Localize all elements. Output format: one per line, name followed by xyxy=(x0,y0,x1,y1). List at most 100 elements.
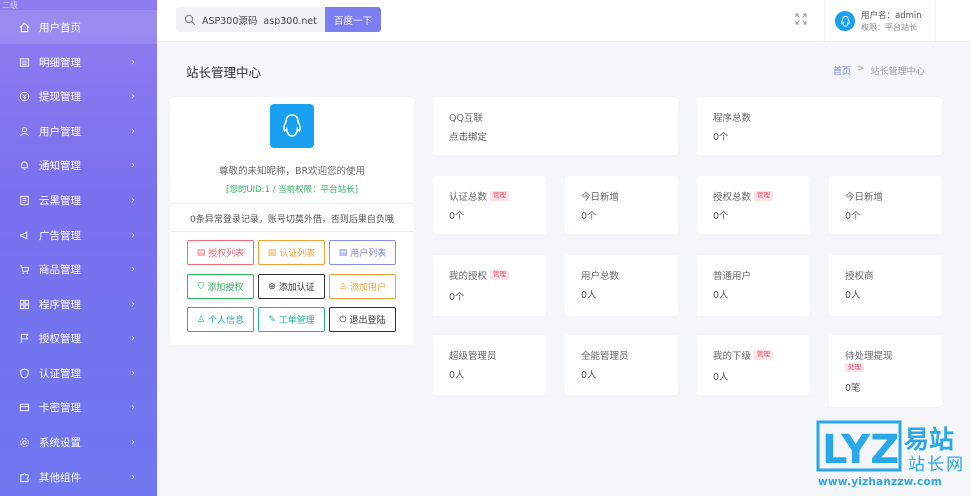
stat-value: 0个 xyxy=(449,292,465,303)
chevron-right-icon: › xyxy=(131,194,135,206)
manage-badge[interactable]: 管理 xyxy=(490,270,510,280)
stat-card-my-auth: 我的授权 管理 0个 xyxy=(433,255,546,316)
chevron-right-icon: › xyxy=(131,332,135,344)
stat-card-pending-withdraw: 待处理提现 处理 0笔 xyxy=(829,335,942,407)
watermark-cn-bottom: 站长网 xyxy=(908,455,965,475)
page-title: 站长管理中心 xyxy=(186,65,262,80)
add-user-button[interactable]: ♙ 添加用户 xyxy=(329,274,396,299)
breadcrumb-separator: > xyxy=(857,64,865,74)
stat-title-text: 我的下级 xyxy=(713,351,752,362)
cert-list-button[interactable]: ▤ 认证列表 xyxy=(258,240,325,265)
divider xyxy=(170,203,414,204)
stat-value: 0人 xyxy=(449,370,465,381)
shield-icon xyxy=(18,367,30,379)
sidebar-item-cards[interactable]: 卡密管理 › xyxy=(0,390,157,424)
stat-title-text: 授权总数 xyxy=(713,192,752,203)
sidebar-item-label: 云黑管理 xyxy=(39,194,81,207)
stat-title: QQ互联 xyxy=(449,113,483,124)
stat-value: 0人 xyxy=(713,372,729,383)
home-icon xyxy=(18,21,30,33)
qq-bind-link[interactable]: 点击绑定 xyxy=(449,129,487,143)
button-label: 个人信息 xyxy=(208,316,245,326)
search-input[interactable] xyxy=(202,14,322,25)
profile-card: 尊敬的未知昵称，BR欢迎您的使用 [您的UID:1 / 当前权限：平台站长] 0… xyxy=(170,97,414,345)
stat-title: 超级管理员 xyxy=(449,351,497,362)
chevron-right-icon: › xyxy=(131,436,135,448)
stat-title: 全能管理员 xyxy=(581,351,629,362)
chevron-right-icon: › xyxy=(131,90,135,102)
user-role: 权限：平台站长 xyxy=(861,23,917,32)
user-menu[interactable]: 用户名：admin 权限：平台站长 xyxy=(824,0,936,42)
process-badge[interactable]: 处理 xyxy=(845,363,864,373)
user-icon: ♙ xyxy=(338,281,348,292)
button-label: 授权列表 xyxy=(208,249,245,259)
stat-card-auth-total: 授权总数 管理 0个 xyxy=(697,176,810,234)
sidebar-item-cert[interactable]: 认证管理 › xyxy=(0,356,157,390)
search-button[interactable]: 百度一下 xyxy=(325,7,381,32)
stat-title: 程序总数 xyxy=(713,113,752,124)
stat-value: 0人 xyxy=(845,290,861,301)
chevron-right-icon: › xyxy=(131,125,135,137)
stat-title: 普通用户 xyxy=(713,271,752,282)
stat-value: 0个 xyxy=(713,132,729,143)
sidebar-item-ads[interactable]: 广告管理 › xyxy=(0,218,157,252)
user-list-button[interactable]: ▤ 用户列表 xyxy=(329,240,396,265)
watermark-letters: LYZ xyxy=(822,427,899,473)
sidebar-item-auth[interactable]: 授权管理 › xyxy=(0,321,157,355)
chevron-right-icon: › xyxy=(131,229,135,241)
list-icon xyxy=(18,56,30,68)
button-label: 用户列表 xyxy=(350,249,387,259)
user-name: 用户名：admin xyxy=(861,11,922,21)
stat-value: 0笔 xyxy=(845,383,861,394)
sidebar-item-label: 系统设置 xyxy=(39,436,81,449)
breadcrumb: 首页 > 站长管理中心 xyxy=(833,64,925,77)
chevron-right-icon: › xyxy=(131,401,135,413)
stat-card-cert-total: 认证总数 管理 0个 xyxy=(433,176,546,234)
breadcrumb-home[interactable]: 首页 xyxy=(833,64,851,77)
chevron-right-icon: › xyxy=(131,263,135,275)
chevron-right-icon: › xyxy=(131,298,135,310)
ticket-manage-button[interactable]: ✎ 工单管理 xyxy=(258,307,325,332)
manage-badge[interactable]: 管理 xyxy=(754,350,774,360)
doc-icon: ▤ xyxy=(196,247,206,258)
stat-value: 0个 xyxy=(449,211,465,222)
sidebar-item-details[interactable]: 明细管理 › xyxy=(0,45,157,79)
sidebar-item-settings[interactable]: 系统设置 › xyxy=(0,425,157,459)
search-box[interactable] xyxy=(176,7,325,32)
doc-icon xyxy=(18,194,30,206)
user-icon: ♙ xyxy=(196,314,206,325)
sidebar-item-label: 提现管理 xyxy=(39,90,81,103)
stat-title: 用户总数 xyxy=(581,271,620,282)
stat-title: 授权商 xyxy=(845,271,874,282)
sidebar-item-withdraw[interactable]: 提现管理 › xyxy=(0,79,157,113)
sidebar-item-home[interactable]: 用户首页 xyxy=(0,10,157,44)
profile-info-button[interactable]: ♙ 个人信息 xyxy=(187,307,254,332)
stat-card-today-new-2: 今日新增 0个 xyxy=(829,176,942,234)
add-cert-button[interactable]: ⊕ 添加认证 xyxy=(258,274,325,299)
sidebar-item-label: 明细管理 xyxy=(39,56,81,69)
add-auth-button[interactable]: ⛉ 添加授权 xyxy=(187,274,254,299)
stat-title: 授权总数 管理 xyxy=(713,189,774,203)
sidebar-item-blacklist[interactable]: 云黑管理 › xyxy=(0,183,157,217)
stat-card-normal-user: 普通用户 0人 xyxy=(697,255,810,316)
stat-card-qq[interactable]: QQ互联 点击绑定 xyxy=(433,97,678,155)
auth-list-button[interactable]: ▤ 授权列表 xyxy=(187,240,254,265)
sidebar-item-notice[interactable]: 通知管理 › xyxy=(0,148,157,182)
manage-badge[interactable]: 管理 xyxy=(754,191,774,201)
doc-icon: ▤ xyxy=(338,247,348,258)
chevron-right-icon: › xyxy=(131,56,135,68)
manage-badge[interactable]: 管理 xyxy=(490,191,510,201)
logout-button[interactable]: ⏻ 退出登陆 xyxy=(329,307,396,332)
sidebar-item-components[interactable]: 其他组件 › xyxy=(0,460,157,494)
chevron-right-icon: › xyxy=(131,367,135,379)
sidebar-item-users[interactable]: 用户管理 › xyxy=(0,114,157,148)
stat-card-my-sub: 我的下级 管理 0人 xyxy=(697,335,810,395)
stat-card-user-total: 用户总数 0人 xyxy=(565,255,678,316)
chevron-right-icon: › xyxy=(131,159,135,171)
stat-value: 0个 xyxy=(845,211,861,222)
sidebar-item-goods[interactable]: 商品管理 › xyxy=(0,252,157,286)
sidebar-item-programs[interactable]: 程序管理 › xyxy=(0,287,157,321)
stat-card-all-admin: 全能管理员 0人 xyxy=(565,335,678,395)
fullscreen-icon[interactable] xyxy=(794,12,808,26)
top-header: 百度一下 用户名：admin 权限：平台站长 xyxy=(157,0,971,42)
